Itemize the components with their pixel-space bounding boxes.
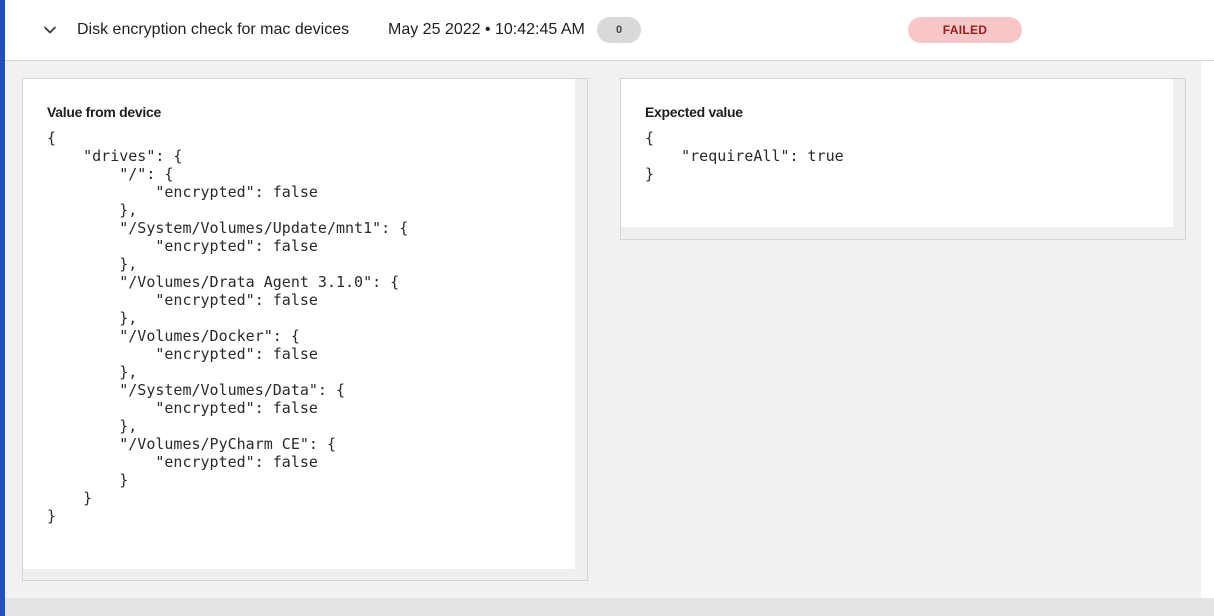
chevron-down-icon[interactable] <box>42 22 58 38</box>
check-row-header[interactable]: Disk encryption check for mac devices Ma… <box>5 0 1214 61</box>
device-value-label: Value from device <box>47 104 161 120</box>
expected-value-panel: Expected value { "requireAll": true } <box>620 78 1186 240</box>
device-value-card: Value from device { "drives": { "/": { "… <box>23 79 575 569</box>
bottom-divider <box>5 598 1214 616</box>
expected-value-code: { "requireAll": true } <box>645 129 844 183</box>
check-timestamp: May 25 2022 • 10:42:45 AM <box>388 21 585 38</box>
count-badge: 0 <box>597 17 641 43</box>
check-details: Value from device { "drives": { "/": { "… <box>5 61 1201 598</box>
device-value-panel: Value from device { "drives": { "/": { "… <box>22 78 588 581</box>
right-gutter <box>1201 61 1214 598</box>
device-value-code: { "drives": { "/": { "encrypted": false … <box>47 129 409 525</box>
expected-value-card: Expected value { "requireAll": true } <box>621 79 1173 227</box>
status-badge: FAILED <box>908 17 1022 43</box>
check-title: Disk encryption check for mac devices <box>77 21 350 38</box>
expected-value-label: Expected value <box>645 104 743 120</box>
